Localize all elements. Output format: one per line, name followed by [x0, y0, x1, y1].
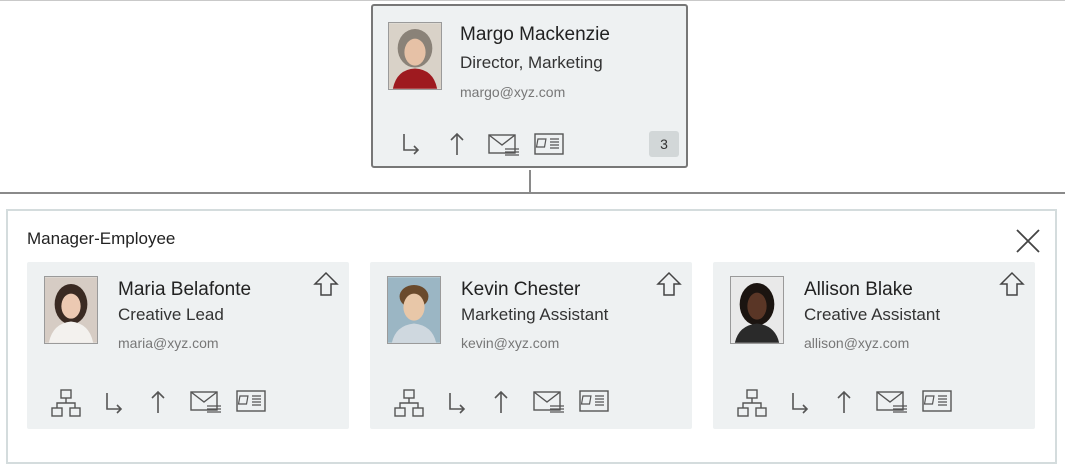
avatar: [387, 276, 441, 344]
contact-card-icon[interactable]: [579, 390, 609, 412]
email-icon[interactable]: [189, 390, 223, 414]
employee-card-kevin[interactable]: Kevin Chester Marketing Assistant kevin@…: [370, 262, 692, 429]
go-up-icon[interactable]: [447, 131, 467, 157]
top-divider: [0, 0, 1065, 1]
employee-card-maria[interactable]: Maria Belafonte Creative Lead maria@xyz.…: [27, 262, 349, 429]
avatar-photo-maria: [45, 277, 97, 343]
manager-employee-panel: Manager-Employee Maria Belafonte Creativ…: [6, 209, 1057, 464]
root-employee-card[interactable]: Margo Mackenzie Director, Marketing marg…: [371, 4, 688, 168]
org-chart-icon[interactable]: [51, 389, 81, 417]
move-up-arrow-icon[interactable]: [999, 271, 1025, 297]
employee-name: Margo Mackenzie: [460, 24, 610, 45]
employee-title: Marketing Assistant: [461, 305, 609, 324]
contact-card-icon[interactable]: [534, 133, 564, 155]
move-up-arrow-icon[interactable]: [313, 271, 339, 297]
email-icon[interactable]: [487, 133, 521, 157]
employee-email[interactable]: kevin@xyz.com: [461, 335, 559, 351]
direct-reports-icon[interactable]: [789, 391, 811, 415]
reports-count-badge[interactable]: 3: [649, 131, 679, 157]
go-up-icon[interactable]: [834, 389, 854, 415]
go-up-icon[interactable]: [491, 389, 511, 415]
section-divider: [0, 192, 1065, 194]
org-chart-icon[interactable]: [394, 389, 424, 417]
contact-card-icon[interactable]: [922, 390, 952, 412]
employee-card-allison[interactable]: Allison Blake Creative Assistant allison…: [713, 262, 1035, 429]
employee-title: Director, Marketing: [460, 53, 603, 72]
move-up-arrow-icon[interactable]: [656, 271, 682, 297]
employee-name: Allison Blake: [804, 279, 913, 300]
employee-email[interactable]: allison@xyz.com: [804, 335, 909, 351]
avatar-photo-allison: [731, 277, 783, 343]
org-chart-icon[interactable]: [737, 389, 767, 417]
close-icon[interactable]: [1014, 227, 1042, 255]
direct-reports-icon[interactable]: [400, 132, 422, 156]
employee-name: Kevin Chester: [461, 279, 581, 300]
employee-email[interactable]: maria@xyz.com: [118, 335, 219, 351]
direct-reports-icon[interactable]: [103, 391, 125, 415]
avatar: [388, 22, 442, 90]
email-icon[interactable]: [875, 390, 909, 414]
email-icon[interactable]: [532, 390, 566, 414]
employee-name: Maria Belafonte: [118, 279, 252, 300]
avatar-photo-margo: [389, 23, 441, 89]
go-up-icon[interactable]: [148, 389, 168, 415]
avatar-photo-kevin: [388, 277, 440, 343]
avatar: [44, 276, 98, 344]
direct-reports-icon[interactable]: [446, 391, 468, 415]
contact-card-icon[interactable]: [236, 390, 266, 412]
employee-email[interactable]: margo@xyz.com: [460, 84, 565, 100]
org-connector-line: [529, 170, 531, 193]
employee-title: Creative Lead: [118, 305, 224, 324]
panel-title: Manager-Employee: [27, 229, 176, 248]
avatar: [730, 276, 784, 344]
employee-title: Creative Assistant: [804, 305, 941, 324]
